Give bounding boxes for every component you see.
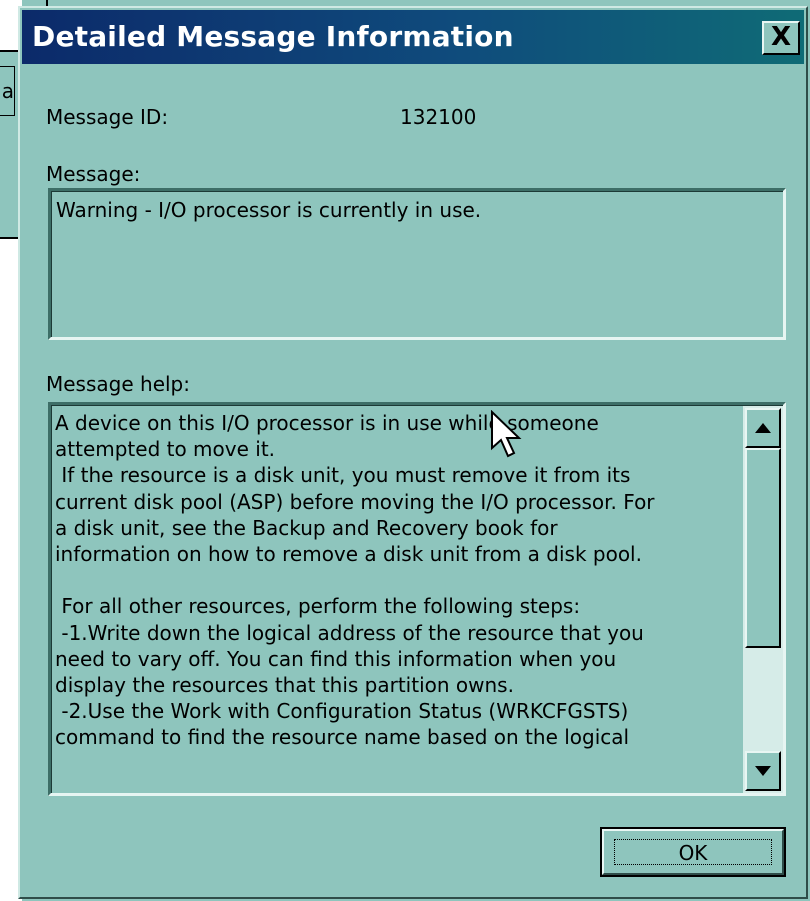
- message-help-textbox[interactable]: A device on this I/O processor is in use…: [48, 402, 786, 796]
- ok-button-label: OK: [614, 839, 772, 865]
- background-tab[interactable]: a: [0, 66, 15, 116]
- close-button[interactable]: X: [762, 21, 800, 55]
- detailed-message-dialog: Detailed Message Information X Message I…: [18, 6, 808, 899]
- help-line: -2.Use the Work with Configuration Statu…: [55, 699, 629, 724]
- message-id-value: 132100: [400, 105, 477, 129]
- triangle-down-icon: [755, 766, 771, 776]
- help-scrollbar[interactable]: [743, 406, 783, 793]
- message-help-text: A device on this I/O processor is in use…: [55, 410, 745, 751]
- help-line: display the resources that this partitio…: [55, 673, 514, 698]
- help-line: a disk unit, see the Backup and Recovery…: [55, 515, 558, 540]
- scroll-up-button[interactable]: [745, 408, 781, 448]
- dialog-title: Detailed Message Information: [32, 20, 514, 53]
- triangle-up-icon: [755, 423, 771, 433]
- message-text: Warning - I/O processor is currently in …: [56, 198, 482, 222]
- help-line: A device on this I/O processor is in use…: [55, 411, 599, 435]
- help-line: command to find the resource name based …: [55, 725, 630, 750]
- message-textbox[interactable]: Warning - I/O processor is currently in …: [48, 188, 786, 340]
- help-line: -1.Write down the logical address of the…: [55, 620, 644, 645]
- title-bar[interactable]: Detailed Message Information X: [22, 10, 804, 64]
- message-id-label: Message ID:: [46, 105, 169, 129]
- message-help-label: Message help:: [46, 372, 190, 396]
- help-line: information on how to remove a disk unit…: [55, 542, 642, 567]
- help-line: attempted to move it.: [55, 437, 276, 462]
- help-line: If the resource is a disk unit, you must…: [55, 463, 631, 488]
- scroll-thumb[interactable]: [745, 448, 781, 648]
- scroll-down-button[interactable]: [745, 751, 781, 791]
- help-line: need to vary off. You can find this info…: [55, 646, 617, 671]
- help-line: current disk pool (ASP) before moving th…: [55, 489, 655, 514]
- message-label: Message:: [46, 162, 141, 186]
- mouse-pointer-icon: [491, 410, 522, 458]
- ok-button[interactable]: OK: [600, 827, 786, 877]
- help-line: For all other resources, perform the fol…: [55, 594, 581, 619]
- help-line: [55, 567, 745, 593]
